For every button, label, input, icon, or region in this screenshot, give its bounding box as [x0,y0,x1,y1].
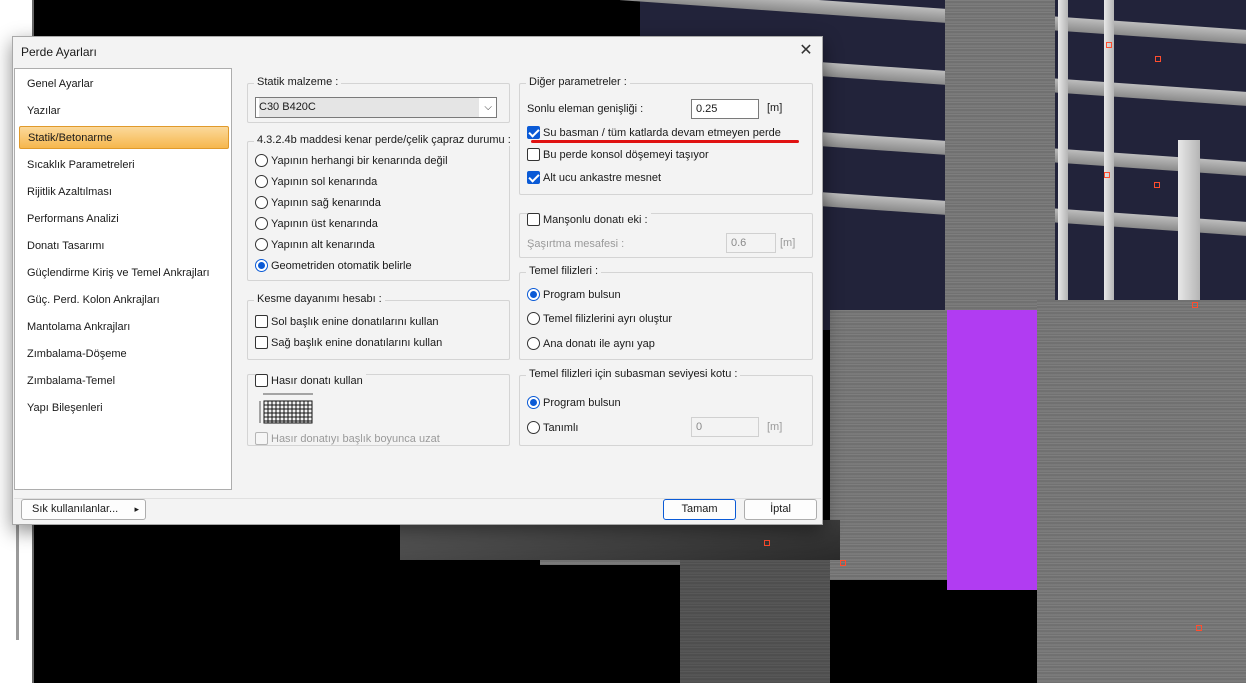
foundation-option-auto[interactable]: Program bulsun [527,287,621,303]
fe-width-label: Sonlu eleman genişliği : [527,103,644,115]
stagger-input[interactable]: 0.6 [726,233,776,253]
shear-right-check[interactable]: Sağ başlık enine donatılarını kullan [255,335,442,351]
dialog-title: Perde Ayarları [21,45,97,59]
other-params-group: Diğer parametreler : Sonlu eleman genişl… [519,76,813,195]
plinth-level-unit: [m] [767,421,783,433]
settings-category-list: Genel Ayarlar Yazılar Statik/Betonarme S… [14,68,232,490]
stagger-unit: [m] [780,237,796,249]
nav-item-yazilar[interactable]: Yazılar [19,100,229,123]
edge-option-right[interactable]: Yapının sağ kenarında [255,195,381,211]
plinth-level-input[interactable]: 0 [691,417,759,437]
wall-right [1037,300,1246,683]
shear-left-check[interactable]: Sol başlık enine donatılarını kullan [255,314,439,330]
nav-item-guclendirme[interactable]: Güçlendirme Kiriş ve Temel Ankrajları [19,262,229,285]
foundation-dowels-group: Temel filizleri : Program bulsun Temel f… [519,265,813,360]
fe-width-unit: [m] [767,102,783,114]
ok-button[interactable]: Tamam [663,499,736,520]
nav-item-guc-perd-kolon[interactable]: Güç. Perd. Kolon Ankrajları [19,289,229,312]
edge-condition-group: 4.3.2.4b maddesi kenar perde/çelik çapra… [247,134,514,281]
mesh-group: Hasır donatı kullan Hasır donatıyı başlı… [247,373,510,447]
title-bar[interactable]: Perde Ayarları ✕ [13,37,822,65]
edge-option-none[interactable]: Yapının herhangi bir kenarında değil [255,153,448,169]
nav-item-mantolama[interactable]: Mantolama Ankrajları [19,316,229,339]
plinth-option-defined[interactable]: Tanımlı [527,420,578,436]
sleeve-check[interactable]: Manşonlu donatı eki : [527,212,651,228]
stagger-label: Şaşırtma mesafesi : [527,238,625,250]
shear-group: Kesme dayanımı hesabı : Sol başlık enine… [247,293,510,360]
edge-option-auto[interactable]: Geometriden otomatik belirle [255,258,412,274]
nav-item-rijitlik[interactable]: Rijitlik Azaltılması [19,181,229,204]
fixed-support-check[interactable]: Alt ucu ankastre mesnet [527,170,661,186]
wall-left [830,310,950,580]
settings-panel: Statik malzeme : C30 B420C ⌵ 4.3.2.4b ma… [235,67,822,491]
plinth-option-auto[interactable]: Program bulsun [527,395,621,411]
material-group: Statik malzeme : C30 B420C ⌵ [247,76,510,123]
mesh-extend-check[interactable]: Hasır donatıyı başlık boyunca uzat [255,431,440,447]
cantilever-slab-check[interactable]: Bu perde konsol döşemeyi taşıyor [527,147,709,163]
chevron-down-icon: ⌵ [484,102,492,113]
edge-option-bottom[interactable]: Yapının alt kenarında [255,237,375,253]
fe-width-input[interactable]: 0.25 [691,99,759,119]
nav-item-donati[interactable]: Donatı Tasarımı [19,235,229,258]
nav-item-statik-betonarme[interactable]: Statik/Betonarme [19,126,229,149]
selected-wall[interactable] [947,310,1037,590]
nav-item-genel-ayarlar[interactable]: Genel Ayarlar [19,73,229,96]
edge-option-left[interactable]: Yapının sol kenarında [255,174,377,190]
nav-item-performans[interactable]: Performans Analizi [19,208,229,231]
close-icon[interactable]: ✕ [796,41,816,61]
red-annotation-underline [531,140,799,143]
chevron-right-icon: ▸ [134,504,139,514]
basement-wall-check[interactable]: Su basman / tüm katlarda devam etmeyen p… [527,125,781,141]
mesh-icon [259,393,313,424]
nav-item-yapi-bilesenleri[interactable]: Yapı Bileşenleri [19,397,229,420]
wall-settings-dialog: Perde Ayarları ✕ Genel Ayarlar Yazılar S… [12,36,823,525]
cancel-button[interactable]: İptal [744,499,817,520]
foundation-option-separate[interactable]: Temel filizlerini ayrı oluştur [527,311,672,327]
sleeve-group: Manşonlu donatı eki : Şaşırtma mesafesi … [519,212,813,258]
nav-item-sicaklik[interactable]: Sıcaklık Parametreleri [19,154,229,177]
nav-item-zimbalama-temel[interactable]: Zımbalama-Temel [19,370,229,393]
edge-option-top[interactable]: Yapının üst kenarında [255,216,378,232]
plinth-level-group: Temel filizleri için subasman seviyesi k… [519,368,813,446]
nav-item-zimbalama-doseme[interactable]: Zımbalama-Döşeme [19,343,229,366]
mesh-use-check[interactable]: Hasır donatı kullan [255,373,366,389]
core-wall [945,0,1055,330]
material-select[interactable]: C30 B420C ⌵ [255,97,497,118]
favorites-button[interactable]: Sık kullanılanlar... ▸ [21,499,146,520]
foundation-option-same[interactable]: Ana donatı ile aynı yap [527,336,655,352]
